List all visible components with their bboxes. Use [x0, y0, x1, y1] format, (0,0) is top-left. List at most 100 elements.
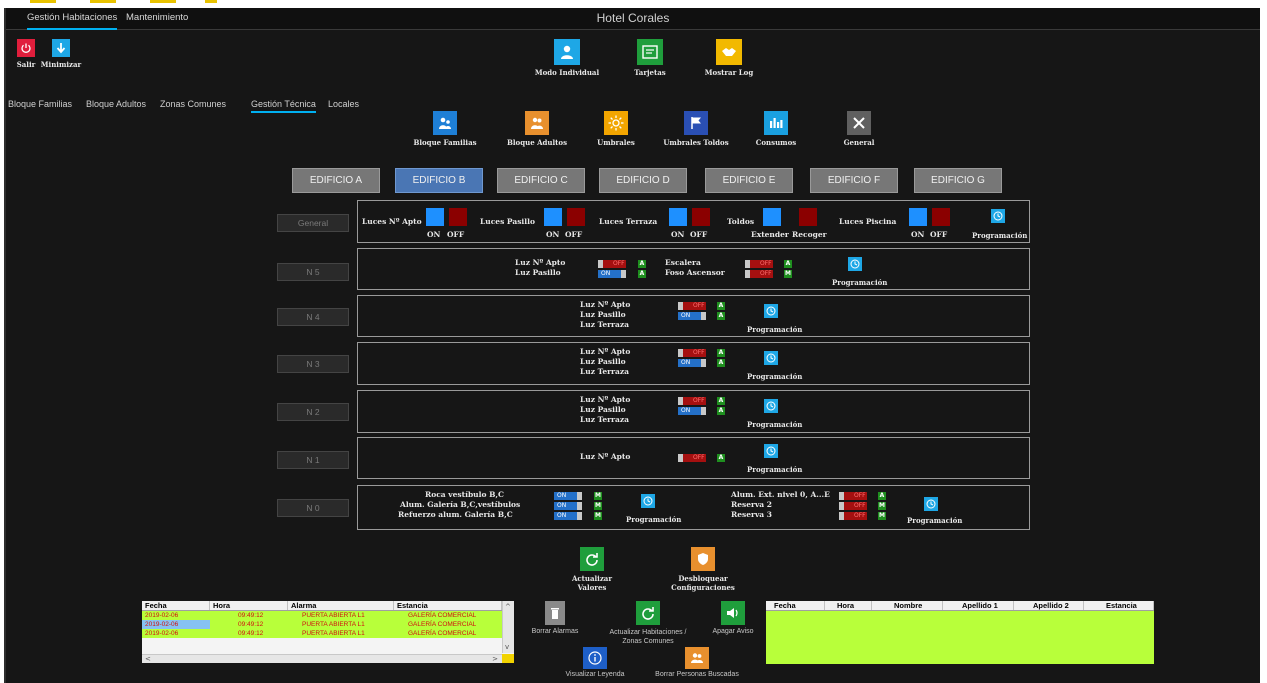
- persons-col-apellido2[interactable]: Apellido 2: [1014, 601, 1084, 610]
- clock-icon[interactable]: [764, 444, 778, 458]
- show-log-button[interactable]: Mostrar Log: [694, 39, 764, 77]
- n0-reserva2-toggle[interactable]: OFF: [839, 502, 867, 510]
- legend-button[interactable]: Visualizar Leyenda: [562, 647, 628, 678]
- level-n3-button[interactable]: N 3: [277, 355, 349, 373]
- subtab-bloque-adultos[interactable]: Bloque Adultos: [86, 99, 146, 113]
- chevron-down-icon[interactable]: v: [505, 643, 509, 651]
- n2-luz-apto-toggle[interactable]: OFF: [678, 397, 706, 405]
- persons-col-apellido1[interactable]: Apellido 1: [943, 601, 1014, 610]
- building-e-button[interactable]: EDIFICIO E: [705, 168, 793, 193]
- tab-gestion-habitaciones[interactable]: Gestión Habitaciones: [27, 12, 118, 30]
- table-row[interactable]: 2019-02-06 09:49:12 PUERTA ABIERTA L1 GA…: [142, 611, 502, 620]
- n0-reserva3-manual-badge: M: [878, 512, 886, 520]
- luces-apto-off-button[interactable]: [449, 208, 467, 226]
- level-n0-button[interactable]: N 0: [277, 499, 349, 517]
- level-n5-button[interactable]: N 5: [277, 263, 349, 281]
- clock-icon[interactable]: [764, 351, 778, 365]
- n4-luz-pasillo-toggle[interactable]: ON: [678, 312, 706, 320]
- n5-luz-pasillo-toggle[interactable]: ON: [598, 270, 626, 278]
- n0-alum-galeria-toggle[interactable]: ON: [554, 502, 582, 510]
- alarm-alarma-cell: PUERTA ABIERTA L1: [302, 621, 365, 628]
- level-n2-button[interactable]: N 2: [277, 403, 349, 421]
- building-b-button[interactable]: EDIFICIO B: [395, 168, 483, 193]
- n5-luz-apto-toggle[interactable]: OFF: [598, 260, 626, 268]
- persons-col-estancia[interactable]: Estancia: [1084, 601, 1154, 610]
- luces-terraza-off-button[interactable]: [692, 208, 710, 226]
- luces-piscina-off-button[interactable]: [932, 208, 950, 226]
- alarms-col-hora[interactable]: Hora: [210, 601, 288, 610]
- building-f-button[interactable]: EDIFICIO F: [810, 168, 898, 193]
- clock-icon[interactable]: [924, 497, 938, 511]
- chevron-right-icon[interactable]: >: [492, 655, 498, 664]
- people-icon: [685, 647, 709, 669]
- luces-apto-on-button[interactable]: [426, 208, 444, 226]
- chevron-left-icon[interactable]: <: [145, 655, 151, 664]
- persons-col-hora[interactable]: Hora: [825, 601, 872, 610]
- subtab-zonas-comunes[interactable]: Zonas Comunes: [160, 99, 226, 113]
- minimize-button[interactable]: Minimizar: [36, 39, 86, 69]
- n0-reserva3-toggle[interactable]: OFF: [839, 512, 867, 520]
- refresh-rooms-button[interactable]: Actualizar Habitaciones / Zonas Comunes: [602, 601, 694, 646]
- level-n1-button[interactable]: N 1: [277, 451, 349, 469]
- luces-piscina-on-button[interactable]: [909, 208, 927, 226]
- mute-alert-button[interactable]: Apagar Aviso: [703, 601, 763, 635]
- subtab-gestion-tecnica[interactable]: Gestión Técnica: [251, 99, 316, 113]
- n3-luz-apto-toggle[interactable]: OFF: [678, 349, 706, 357]
- n3-luz-pasillo-toggle[interactable]: ON: [678, 359, 706, 367]
- building-d-button[interactable]: EDIFICIO D: [599, 168, 687, 193]
- n2-luz-pasillo-toggle[interactable]: ON: [678, 407, 706, 415]
- toldos-recoger-button[interactable]: [799, 208, 817, 226]
- alarms-col-fecha[interactable]: Fecha: [142, 601, 210, 610]
- clock-icon[interactable]: [641, 494, 655, 508]
- clock-icon[interactable]: [764, 304, 778, 318]
- subtab-locales[interactable]: Locales: [328, 99, 359, 113]
- chevron-up-icon[interactable]: ^: [505, 603, 511, 611]
- tile-umbrales[interactable]: Umbrales: [581, 111, 651, 147]
- level-n4-button[interactable]: N 4: [277, 308, 349, 326]
- n5-escalera-toggle[interactable]: OFF: [745, 260, 773, 268]
- n0-refuerzo-toggle[interactable]: ON: [554, 512, 582, 520]
- n0-roca-toggle[interactable]: ON: [554, 492, 582, 500]
- alarms-table[interactable]: Fecha Hora Alarma Estancia 2019-02-06 09…: [142, 601, 514, 663]
- handshake-icon: [716, 39, 742, 65]
- tile-general[interactable]: General: [824, 111, 894, 147]
- refresh-values-button[interactable]: Actualizar Valores: [562, 547, 622, 592]
- table-row[interactable]: 2019-02-06 09:49:12 PUERTA ABIERTA L1 GA…: [142, 620, 502, 629]
- alarms-horizontal-scrollbar[interactable]: < >: [142, 654, 502, 663]
- individual-mode-button[interactable]: Modo Individual: [522, 39, 612, 77]
- table-row[interactable]: 2019-02-06 09:49:12 PUERTA ABIERTA L1 GA…: [142, 629, 502, 638]
- subtab-bloque-familias[interactable]: Bloque Familias: [8, 99, 72, 113]
- toldos-extender-button[interactable]: [763, 208, 781, 226]
- cards-button[interactable]: Tarjetas: [615, 39, 685, 77]
- n4-luz-apto-toggle[interactable]: OFF: [678, 302, 706, 310]
- tile-umbrales-toldos[interactable]: Umbrales Toldos: [656, 111, 736, 147]
- building-c-button[interactable]: EDIFICIO C: [497, 168, 585, 193]
- building-a-button[interactable]: EDIFICIO A: [292, 168, 380, 193]
- alarms-col-estancia[interactable]: Estancia: [394, 601, 502, 610]
- luces-pasillo-off-button[interactable]: [567, 208, 585, 226]
- alarms-vertical-scrollbar[interactable]: ^ v: [502, 601, 514, 653]
- persons-col-nombre[interactable]: Nombre: [872, 601, 943, 610]
- alarm-fecha-cell: 2019-02-06: [142, 620, 210, 629]
- clock-icon[interactable]: [764, 399, 778, 413]
- n0-alum-ext-toggle[interactable]: OFF: [839, 492, 867, 500]
- luces-pasillo-on-button[interactable]: [544, 208, 562, 226]
- unlock-config-button[interactable]: Desbloquear Configuraciones: [663, 547, 743, 592]
- tile-bloque-familias[interactable]: Bloque Familias: [404, 111, 486, 147]
- delete-persons-button[interactable]: Borrar Personas Buscadas: [649, 647, 745, 678]
- luces-terraza-on-button[interactable]: [669, 208, 687, 226]
- n1-luz-apto-toggle[interactable]: OFF: [678, 454, 706, 462]
- tab-mantenimiento[interactable]: Mantenimiento: [126, 12, 188, 30]
- level-general-button[interactable]: General: [277, 214, 349, 232]
- clock-icon[interactable]: [991, 209, 1005, 223]
- delete-alarms-button[interactable]: Borrar Alarmas: [525, 601, 585, 635]
- alarms-col-alarma[interactable]: Alarma: [288, 601, 394, 610]
- persons-col-fecha[interactable]: Fecha: [766, 601, 825, 610]
- building-g-button[interactable]: EDIFICIO G: [914, 168, 1002, 193]
- exit-button[interactable]: Salir: [14, 39, 38, 69]
- tile-bloque-adultos[interactable]: Bloque Adultos: [496, 111, 578, 147]
- tile-consumos[interactable]: Consumos: [741, 111, 811, 147]
- clock-icon[interactable]: [848, 257, 862, 271]
- persons-table[interactable]: Fecha Hora Nombre Apellido 1 Apellido 2 …: [766, 601, 1154, 664]
- n5-foso-toggle[interactable]: OFF: [745, 270, 773, 278]
